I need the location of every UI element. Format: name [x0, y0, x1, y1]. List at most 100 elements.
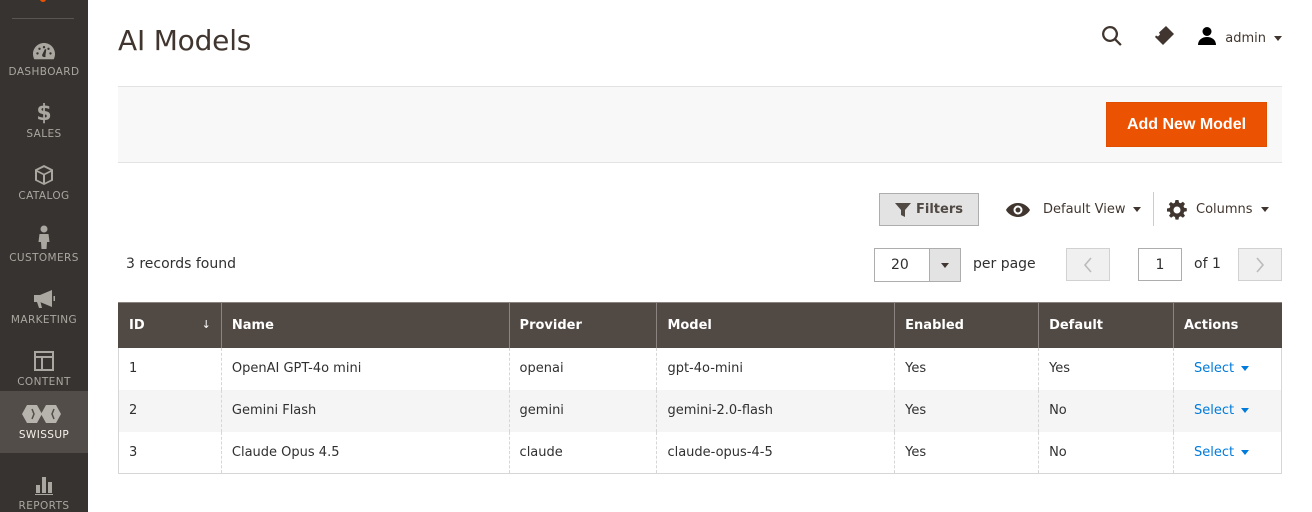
swissup-icon: [0, 401, 88, 427]
sidebar-item-marketing[interactable]: MARKETING: [0, 276, 88, 338]
cell-name: Gemini Flash: [220, 389, 510, 432]
table-row[interactable]: 2 Gemini Flash gemini gemini-2.0-flash Y…: [118, 389, 1283, 432]
chevron-down-icon: [1241, 366, 1250, 371]
sidebar-item-dashboard[interactable]: DASHBOARD: [0, 28, 88, 90]
chevron-right-icon: [1256, 256, 1265, 273]
page-title: AI Models: [118, 24, 252, 57]
notifications-button[interactable]: [1153, 25, 1175, 51]
user-icon: [1197, 26, 1217, 50]
per-page-value: 20: [891, 257, 909, 273]
default-view-dropdown[interactable]: Default View: [1005, 193, 1142, 226]
sidebar-item-label: REPORTS: [18, 500, 70, 512]
row-actions-select[interactable]: Select: [1184, 361, 1250, 376]
cell-enabled: Yes: [894, 431, 1039, 474]
cell-id: 3: [118, 431, 222, 474]
default-view-label: Default View: [1043, 202, 1126, 217]
per-page-label: per page: [973, 256, 1036, 272]
column-header-enabled[interactable]: Enabled: [894, 302, 1039, 348]
cell-id: 2: [118, 389, 222, 432]
cell-name: OpenAI GPT-4o mini: [220, 347, 510, 390]
table-row[interactable]: 1 OpenAI GPT-4o mini openai gpt-4o-mini …: [118, 347, 1283, 390]
cell-model: claude-opus-4-5: [656, 431, 895, 474]
table-header-row: ID ↓ Name Provider Model Enabled Default …: [118, 302, 1282, 348]
person-icon: [0, 224, 88, 250]
chevron-down-icon: [1274, 35, 1282, 41]
dashboard-icon: [0, 38, 88, 64]
sidebar-item-label: SWISSUP: [18, 429, 70, 441]
sidebar-divider: [12, 18, 74, 19]
sidebar-item-sales[interactable]: $ SALES: [0, 90, 88, 152]
megaphone-icon: [0, 286, 88, 312]
cell-model: gpt-4o-mini: [656, 347, 895, 390]
per-page-select[interactable]: 20: [874, 248, 961, 282]
columns-label: Columns: [1196, 202, 1253, 217]
cell-provider: gemini: [508, 389, 657, 432]
sidebar-item-label: MARKETING: [10, 314, 78, 326]
add-new-model-button[interactable]: Add New Model: [1106, 102, 1267, 147]
current-page-input[interactable]: [1138, 248, 1182, 281]
records-count: 3 records found: [126, 256, 236, 272]
bar-chart-icon: [0, 472, 88, 498]
box-icon: [0, 162, 88, 188]
admin-sidebar: DASHBOARD $ SALES CATALOG CUSTOMERS MARK…: [0, 0, 88, 512]
models-grid: ID ↓ Name Provider Model Enabled Default …: [118, 302, 1283, 474]
cell-actions: Select: [1172, 347, 1283, 390]
column-header-id[interactable]: ID ↓: [118, 302, 222, 348]
per-page-toggle[interactable]: [929, 249, 960, 281]
filters-button[interactable]: Filters: [879, 193, 979, 226]
tag-icon: [1153, 25, 1175, 51]
sidebar-item-reports[interactable]: REPORTS: [0, 462, 88, 512]
cell-default: Yes: [1038, 347, 1174, 390]
search-icon: [1101, 25, 1123, 51]
previous-page-button[interactable]: [1066, 248, 1110, 281]
sidebar-item-label: CATALOG: [18, 190, 70, 202]
sidebar-item-swissup[interactable]: SWISSUP: [0, 391, 88, 453]
layout-icon: [0, 348, 88, 374]
chevron-down-icon: [1241, 449, 1250, 455]
cell-model: gemini-2.0-flash: [656, 389, 895, 432]
sidebar-item-label: DASHBOARD: [8, 66, 80, 78]
table-row[interactable]: 3 Claude Opus 4.5 claude claude-opus-4-5…: [118, 431, 1283, 474]
cell-default: No: [1038, 431, 1174, 474]
sort-down-icon: ↓: [201, 317, 211, 331]
eye-icon: [1006, 202, 1030, 217]
chevron-down-icon: [1133, 207, 1142, 212]
next-page-button[interactable]: [1238, 248, 1282, 281]
header-actions: admin: [1101, 24, 1282, 52]
chevron-left-icon: [1083, 256, 1092, 273]
sidebar-item-label: CUSTOMERS: [9, 252, 79, 264]
sidebar-item-label: SALES: [26, 128, 62, 140]
cell-default: No: [1038, 389, 1174, 432]
page-actions-bar: Add New Model: [118, 86, 1282, 163]
sidebar-item-label: CONTENT: [17, 376, 71, 388]
dollar-icon: $: [36, 100, 52, 126]
toolbar-divider: [1153, 192, 1154, 226]
cell-enabled: Yes: [894, 347, 1039, 390]
columns-dropdown[interactable]: Columns: [1167, 193, 1269, 226]
cell-provider: claude: [508, 431, 657, 474]
sidebar-item-catalog[interactable]: CATALOG: [0, 152, 88, 214]
filters-label: Filters: [916, 202, 963, 217]
cell-name: Claude Opus 4.5: [220, 431, 510, 474]
sidebar-item-customers[interactable]: CUSTOMERS: [0, 214, 88, 276]
user-account-menu[interactable]: admin: [1197, 26, 1282, 50]
column-header-name[interactable]: Name: [220, 302, 510, 348]
chevron-down-icon: [941, 262, 949, 268]
cell-provider: openai: [508, 347, 657, 390]
column-header-actions: Actions: [1172, 302, 1282, 348]
chevron-down-icon: [1260, 207, 1269, 212]
total-pages: of 1: [1194, 256, 1221, 272]
cell-id: 1: [118, 347, 222, 390]
row-actions-select[interactable]: Select: [1184, 445, 1250, 460]
column-header-model[interactable]: Model: [656, 302, 895, 348]
logo-mark[interactable]: [40, 0, 46, 2]
gear-icon: [1167, 199, 1187, 220]
user-name: admin: [1225, 30, 1266, 46]
column-header-provider[interactable]: Provider: [508, 302, 657, 348]
funnel-icon: [895, 202, 911, 217]
cell-actions: Select: [1172, 431, 1283, 474]
global-search-button[interactable]: [1101, 25, 1123, 51]
cell-actions: Select: [1172, 389, 1283, 432]
row-actions-select[interactable]: Select: [1184, 403, 1250, 418]
column-header-default[interactable]: Default: [1038, 302, 1174, 348]
